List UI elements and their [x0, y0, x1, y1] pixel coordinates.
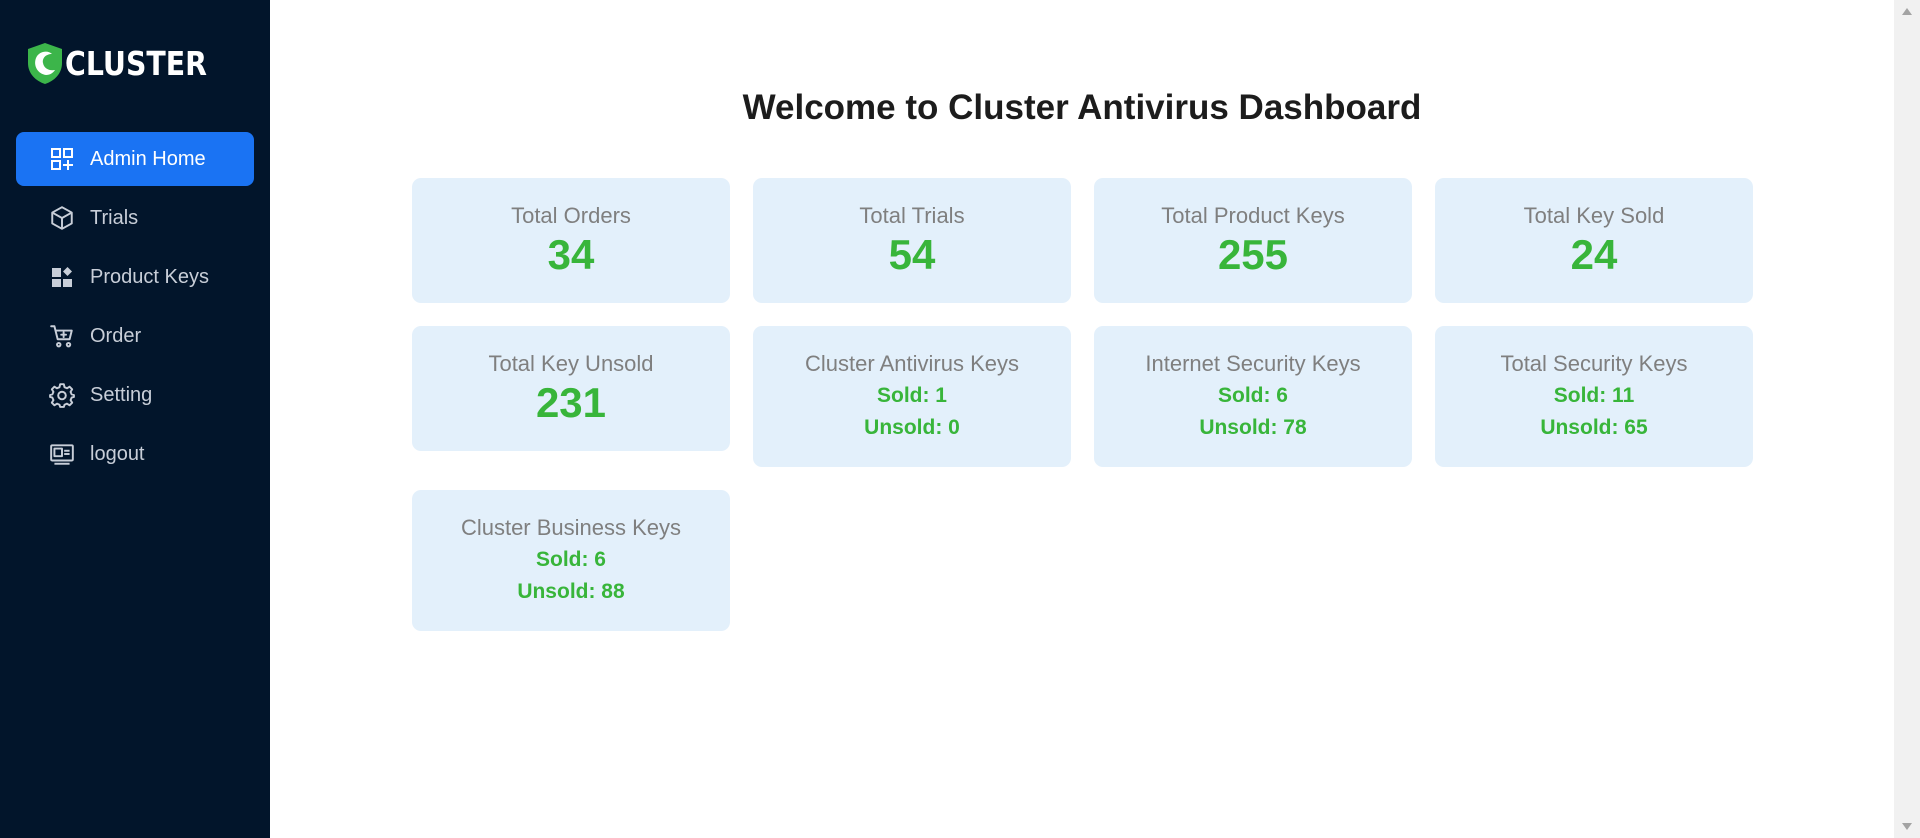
sold-count: Sold: 11 [1553, 384, 1635, 407]
page-title: Welcome to Cluster Antivirus Dashboard [742, 88, 1422, 127]
sidebar-item-label: logout [90, 442, 145, 465]
stat-label: Total Key Unsold [488, 351, 654, 376]
cart-icon [48, 322, 76, 350]
sidebar-item-setting[interactable]: Setting [16, 368, 254, 422]
stat-value: 24 [1570, 231, 1618, 278]
product-card-total-security: Total Security Keys Sold: 11 Unsold: 65 [1435, 326, 1753, 467]
unsold-count: Unsold: 65 [1540, 416, 1648, 439]
product-card-cluster-antivirus: Cluster Antivirus Keys Sold: 1 Unsold: 0 [753, 326, 1071, 467]
dashboard-icon [48, 145, 76, 173]
unsold-count: Unsold: 78 [1199, 416, 1307, 439]
product-label: Cluster Business Keys [460, 515, 682, 540]
stat-value: 54 [888, 231, 936, 278]
sidebar-item-label: Admin Home [90, 147, 206, 170]
cube-icon [48, 204, 76, 232]
stat-label: Total Trials [859, 203, 965, 228]
unsold-count: Unsold: 88 [517, 580, 625, 603]
sidebar-item-label: Setting [90, 383, 153, 406]
stat-value: 255 [1217, 231, 1289, 278]
sidebar-item-label: Order [90, 324, 142, 347]
product-card-cluster-business: Cluster Business Keys Sold: 6 Unsold: 88 [412, 490, 730, 631]
stat-label: Total Product Keys [1161, 203, 1345, 228]
brand-logo[interactable]: CLUSTER [26, 40, 230, 86]
sidebar-item-label: Trials [90, 206, 139, 229]
sidebar: CLUSTER Admin Home Trials Product Keys O… [0, 0, 270, 838]
scroll-up-arrow-icon[interactable] [1902, 8, 1912, 15]
sidebar-item-logout[interactable]: logout [16, 427, 254, 481]
scroll-down-arrow-icon[interactable] [1902, 823, 1912, 830]
sidebar-item-order[interactable]: Order [16, 309, 254, 363]
sold-count: Sold: 6 [535, 548, 606, 571]
stat-label: Total Orders [511, 203, 631, 228]
widgets-icon [48, 263, 76, 291]
stat-card-total-orders: Total Orders 34 [412, 178, 730, 303]
stat-label: Total Key Sold [1523, 203, 1665, 228]
shield-logo-icon [28, 43, 62, 84]
product-card-internet-security: Internet Security Keys Sold: 6 Unsold: 7… [1094, 326, 1412, 467]
logout-icon [48, 440, 76, 468]
product-label: Total Security Keys [1500, 351, 1688, 376]
vertical-scrollbar[interactable] [1894, 0, 1920, 838]
sidebar-item-product-keys[interactable]: Product Keys [16, 250, 254, 304]
product-label: Cluster Antivirus Keys [805, 351, 1019, 376]
stat-card-total-product-keys: Total Product Keys 255 [1094, 178, 1412, 303]
sold-count: Sold: 6 [1217, 384, 1288, 407]
brand-name: CLUSTER [65, 43, 207, 83]
sold-count: Sold: 1 [876, 384, 947, 407]
stat-card-total-key-sold: Total Key Sold 24 [1435, 178, 1753, 303]
sidebar-item-trials[interactable]: Trials [16, 191, 254, 245]
unsold-count: Unsold: 0 [864, 416, 960, 439]
gear-icon [48, 381, 76, 409]
sidebar-item-admin-home[interactable]: Admin Home [16, 132, 254, 186]
stat-value: 34 [547, 231, 595, 278]
product-label: Internet Security Keys [1145, 351, 1361, 376]
sidebar-nav: Admin Home Trials Product Keys Order Set… [16, 132, 254, 486]
sidebar-item-label: Product Keys [90, 265, 209, 288]
stat-card-total-key-unsold: Total Key Unsold 231 [412, 326, 730, 451]
stat-card-total-trials: Total Trials 54 [753, 178, 1071, 303]
stat-value: 231 [535, 379, 607, 426]
